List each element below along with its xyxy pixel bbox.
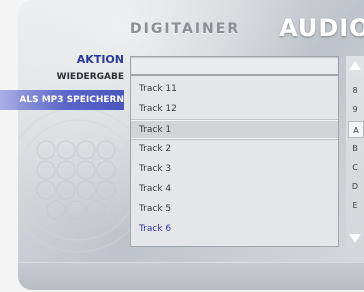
list-item[interactable]: Track 12	[131, 100, 338, 119]
index-item[interactable]: 9	[346, 101, 364, 118]
index-item[interactable]: D	[346, 178, 364, 195]
index-item[interactable]: C	[346, 159, 364, 176]
triangle-down-icon	[349, 234, 361, 243]
menu-heading: AKTION	[76, 53, 124, 66]
scroll-down-button[interactable]	[346, 228, 364, 248]
page-title: AUDIO	[279, 14, 364, 42]
index-item[interactable]: E	[346, 197, 364, 214]
index-item-active[interactable]: A	[348, 121, 364, 138]
index-item[interactable]: 8	[346, 82, 364, 99]
index-scrollbar[interactable]: 8 9 A B C D E	[346, 56, 364, 248]
menu-item-wiedergabe[interactable]: WIEDERGABE	[57, 72, 124, 82]
app-stage: DIGITAINER AUDIO AKTION WIEDERGABE ALS M…	[0, 0, 364, 292]
list-item[interactable]: Track 2	[131, 140, 338, 159]
list-item[interactable]: Track 3	[131, 160, 338, 179]
list-item[interactable]: Track 5	[131, 200, 338, 219]
menu-item-label: ALS MP3 SPEICHERN	[19, 95, 124, 105]
triangle-up-icon	[349, 61, 361, 70]
list-item-selected[interactable]: Track 1	[131, 120, 338, 139]
search-input[interactable]	[130, 56, 339, 75]
list-item[interactable]: Track 4	[131, 180, 338, 199]
list-item[interactable]: Track 6	[131, 220, 338, 239]
index-item[interactable]: B	[346, 140, 364, 157]
track-list[interactable]: Track 11 Track 12 Track 1 Track 2 Track …	[130, 75, 339, 247]
brand-logo: DIGITAINER	[130, 21, 241, 37]
scroll-up-button[interactable]	[346, 56, 364, 76]
menu-item-mp3-speichern[interactable]: ALS MP3 SPEICHERN	[0, 90, 124, 110]
bottom-bar	[18, 262, 364, 290]
list-item[interactable]: Track 11	[131, 80, 338, 99]
